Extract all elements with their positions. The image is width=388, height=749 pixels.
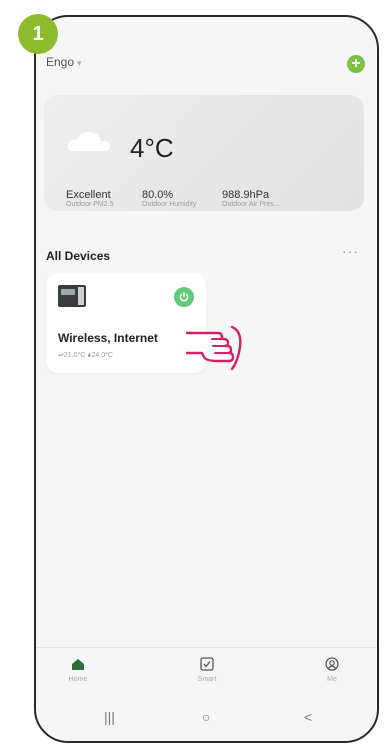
tab-label: Home [68, 676, 88, 683]
chevron-down-icon: ▾ [77, 58, 82, 68]
recents-button[interactable]: ||| [104, 709, 115, 725]
cloud-icon [67, 131, 110, 151]
home-icon [48, 654, 108, 674]
home-selector[interactable]: Engo ▾ [46, 55, 82, 69]
metric-label: Outdoor Humidity [142, 201, 197, 208]
add-device-button[interactable]: + [347, 55, 365, 73]
metric-pm25: Excellent Outdoor PM2.5 [66, 189, 113, 208]
user-icon [302, 654, 362, 674]
tab-label: Smart [197, 676, 217, 683]
metric-pressure: 988.9hPa Outdoor Air Pres... [222, 189, 280, 208]
tab-home[interactable]: Home [48, 654, 108, 683]
top-bar: Engo ▾ + [36, 47, 377, 77]
device-body [78, 287, 84, 305]
system-navigation-bar: ||| ○ < [36, 699, 377, 741]
temperature: 4°C [130, 133, 174, 163]
device-temps: ⇌21.0°C 🌢24.0°C [58, 352, 113, 359]
metric-label: Outdoor PM2.5 [66, 201, 114, 208]
power-icon [179, 291, 189, 302]
tab-me[interactable]: Me [302, 654, 362, 683]
metric-value: 80.0% [142, 189, 174, 201]
power-button[interactable] [174, 287, 194, 307]
phone-frame: Engo ▾ + 4°C Excellent Outdoor PM2.5 80.0… [34, 15, 379, 743]
device-screen [61, 289, 75, 295]
metric-humidity: 80.0% Outdoor Humidity [142, 189, 196, 208]
device-name: Wireless, Internet [58, 331, 158, 345]
tab-label: Me [327, 676, 337, 683]
home-name: Engo [46, 55, 75, 69]
checkbox-icon [177, 654, 237, 674]
metric-value: 988.9hPa [222, 189, 270, 201]
more-options-icon[interactable]: ··· [342, 243, 359, 259]
tab-smart[interactable]: Smart [177, 654, 237, 683]
weather-card[interactable]: 4°C Excellent Outdoor PM2.5 80.0% Outdoo… [44, 95, 364, 211]
step-badge: 1 [18, 14, 58, 54]
thermostat-device-icon [58, 285, 86, 307]
system-home-button[interactable]: ○ [202, 709, 210, 725]
metric-value: Excellent [66, 189, 111, 201]
device-card[interactable]: Wireless, Internet ⇌21.0°C 🌢24.0°C [46, 273, 206, 373]
metric-label: Outdoor Air Pres... [222, 201, 280, 208]
all-devices-title: All Devices [46, 249, 111, 263]
pointing-hand-icon [186, 325, 242, 371]
back-button[interactable]: < [304, 709, 312, 725]
bottom-tab-bar: Home Smart Me [36, 647, 377, 700]
